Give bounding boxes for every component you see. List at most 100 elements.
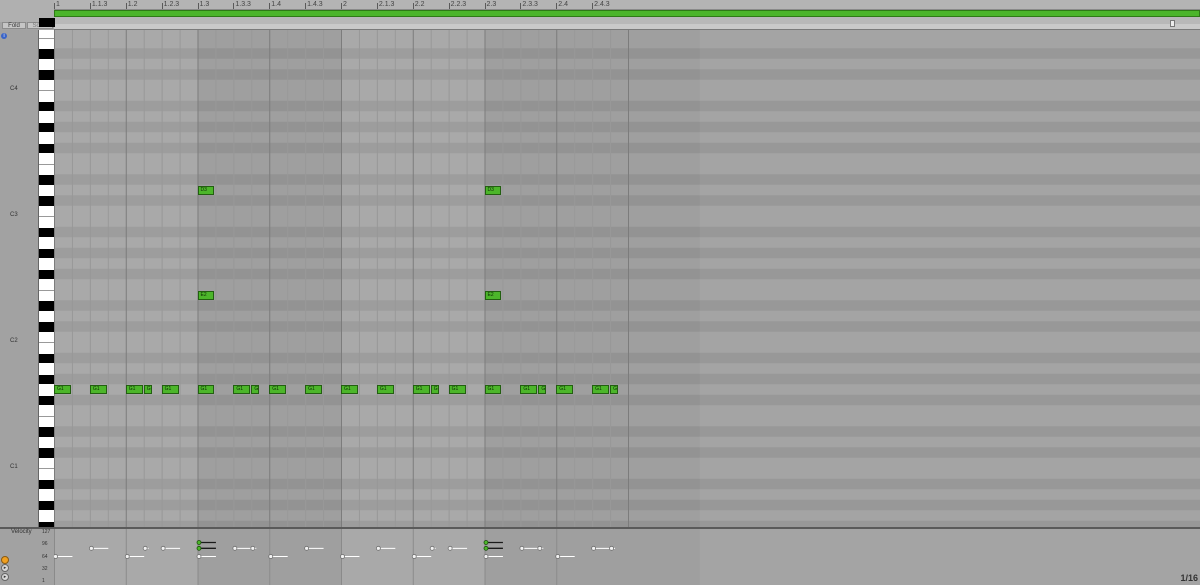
black-key[interactable] <box>39 49 55 59</box>
velocity-editor[interactable] <box>54 529 1200 585</box>
black-key[interactable] <box>39 353 55 364</box>
black-key-row <box>54 100 1200 112</box>
velocity-handle <box>411 554 417 559</box>
midi-note[interactable]: G <box>430 385 439 394</box>
black-key[interactable] <box>39 479 55 490</box>
ruler-label: 2.3.3 <box>522 1 538 8</box>
octave-label: C3 <box>10 212 18 218</box>
black-key[interactable] <box>39 322 55 332</box>
grid-resolution-label[interactable]: 1/16 <box>1180 573 1198 583</box>
velocity-handle <box>340 554 345 559</box>
midi-note[interactable]: E2 <box>484 290 502 300</box>
black-key[interactable] <box>39 143 55 154</box>
velocity-handle <box>124 554 130 559</box>
ruler-label: 2.3 <box>486 1 497 8</box>
midi-note[interactable]: G <box>610 385 619 394</box>
play-icon[interactable]: ▸ <box>1 573 9 581</box>
velocity-handle <box>429 545 435 551</box>
midi-note[interactable]: G <box>251 385 260 394</box>
velocity-axis-label: 96 <box>42 541 48 548</box>
black-key[interactable] <box>39 175 55 185</box>
ruler-label: 2.4.3 <box>594 1 610 8</box>
velocity-handle <box>375 545 381 551</box>
white-key-divider <box>39 163 55 165</box>
ruler-tick <box>520 3 522 9</box>
midi-note[interactable]: G1 <box>556 385 574 394</box>
velocity-handle <box>250 545 256 551</box>
midi-note[interactable]: G1 <box>592 385 610 394</box>
midi-note[interactable]: G1 <box>376 385 394 394</box>
loop-brace[interactable] <box>54 10 1200 17</box>
ruler-tick <box>89 3 91 9</box>
note-grid[interactable]: D3 D3 E2 E2 G1 G1 G1 G G1 G1 G1 G G1 G1 G1 G1 G1 G G1 G1 G1 G… <box>54 30 1200 527</box>
midi-note[interactable]: G1 <box>305 385 323 394</box>
beat-ruler[interactable]: 1 1.1.3 1.2 1.2.3 1.3 1.3.3 1.4 1.4.3 2 2.1.3 2.2 2… <box>54 0 1200 10</box>
scroll-handle[interactable] <box>1170 20 1175 27</box>
ruler-label: 1.2.3 <box>163 1 180 8</box>
start-marker-row <box>54 17 1200 24</box>
midi-note[interactable]: G <box>538 385 547 394</box>
white-key-divider <box>39 37 55 39</box>
midi-note[interactable]: G1 <box>89 385 107 394</box>
black-key[interactable] <box>39 269 55 280</box>
black-key-row <box>54 499 1200 511</box>
black-key[interactable] <box>39 227 55 238</box>
ruler-label: 1.4 <box>271 1 281 8</box>
velocity-plot[interactable] <box>54 529 1200 585</box>
octave-label: C4 <box>10 86 18 92</box>
black-key[interactable] <box>39 70 55 80</box>
orange-circle-icon[interactable] <box>1 556 9 564</box>
black-key[interactable] <box>39 17 55 28</box>
ruler-label: 1 <box>56 1 60 8</box>
black-key-row <box>54 300 1200 311</box>
velocity-handle <box>232 545 238 551</box>
black-key[interactable] <box>39 122 55 133</box>
black-key[interactable] <box>39 427 55 437</box>
black-key-row <box>54 48 1200 59</box>
midi-note[interactable]: G <box>143 385 152 394</box>
midi-note[interactable]: G1 <box>125 385 143 394</box>
ruler-tick <box>125 3 127 9</box>
midi-note[interactable]: G1 <box>197 385 215 394</box>
ruler-label: 1.1.3 <box>91 1 108 8</box>
black-key-row <box>54 121 1200 133</box>
ruler-tick <box>305 3 307 9</box>
velocity-axis-label: 1 <box>42 578 45 584</box>
velocity-handle <box>88 545 94 551</box>
midi-note[interactable]: G1 <box>520 385 538 394</box>
midi-note[interactable]: G1 <box>448 385 466 394</box>
black-key[interactable] <box>39 374 55 385</box>
info-icon[interactable]: i <box>1 33 7 39</box>
fold-button[interactable]: Fold <box>2 22 26 29</box>
midi-note[interactable]: G1 <box>341 385 358 394</box>
midi-note[interactable]: G1 <box>484 385 502 394</box>
white-key-divider <box>39 289 55 291</box>
velocity-handle <box>447 545 453 551</box>
black-key-row <box>54 321 1200 332</box>
midi-note[interactable]: G1 <box>233 385 251 394</box>
ruler-tick <box>484 3 486 9</box>
black-key[interactable] <box>39 301 55 311</box>
black-key[interactable] <box>39 101 55 112</box>
midi-note[interactable]: E2 <box>197 290 215 300</box>
piano-keyboard[interactable] <box>38 17 55 532</box>
black-key[interactable] <box>39 196 55 206</box>
velocity-handle <box>555 554 561 559</box>
black-key[interactable] <box>39 500 55 511</box>
black-key[interactable] <box>39 448 55 458</box>
black-key[interactable] <box>39 395 55 406</box>
play-icon[interactable]: ▸ <box>1 564 9 572</box>
midi-note[interactable]: G1 <box>54 385 71 394</box>
ruler-tick <box>448 3 450 9</box>
black-key[interactable] <box>39 248 55 259</box>
velocity-handle <box>160 545 166 551</box>
midi-note[interactable]: D3 <box>197 185 215 195</box>
ruler-tick <box>376 3 378 9</box>
ruler-tick <box>341 3 342 9</box>
midi-note[interactable]: G1 <box>161 385 179 394</box>
midi-note[interactable]: D3 <box>484 185 502 195</box>
black-key-row <box>54 447 1200 458</box>
midi-note[interactable]: G1 <box>412 385 430 394</box>
black-key-row <box>54 174 1200 185</box>
midi-note[interactable]: G1 <box>269 385 287 394</box>
